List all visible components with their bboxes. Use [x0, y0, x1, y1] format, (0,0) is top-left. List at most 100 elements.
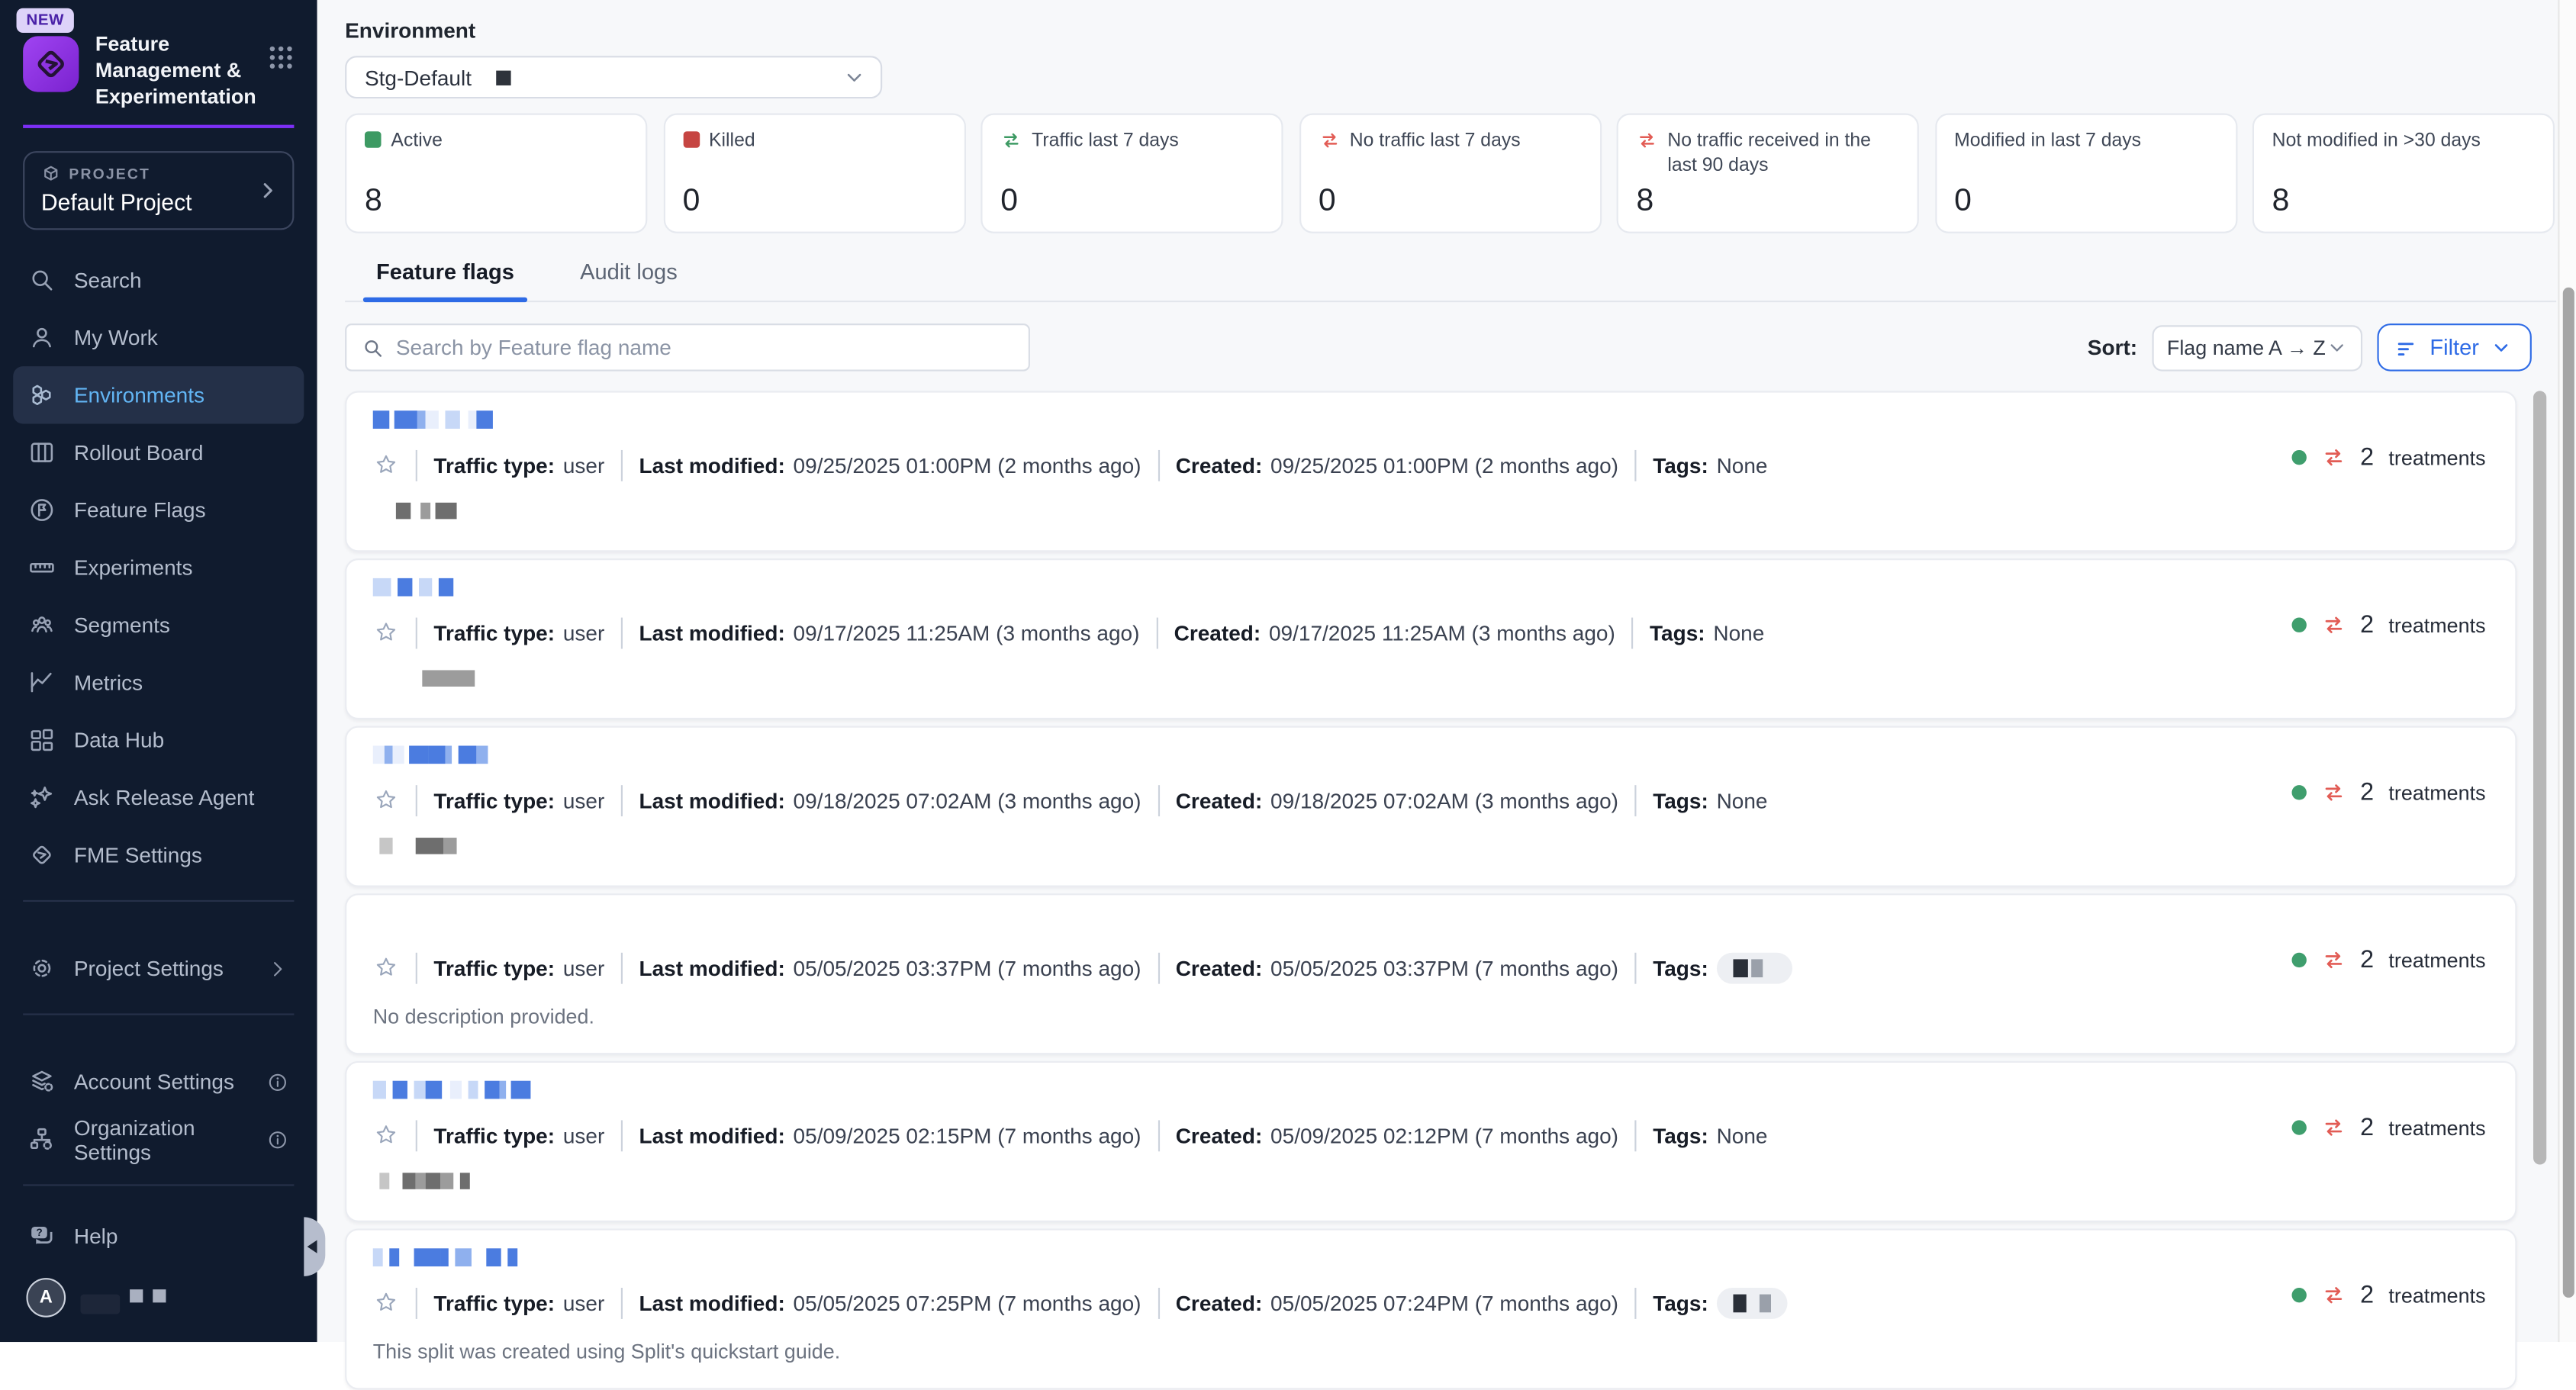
project-name: Default Project	[41, 189, 276, 215]
flag-name-redacted[interactable]	[373, 912, 2489, 931]
sidebar-item-data-hub[interactable]: Data Hub	[13, 711, 304, 768]
flag-row[interactable]: Traffic type:userLast modified:05/09/202…	[345, 1061, 2516, 1222]
meta-divider	[1158, 1119, 1159, 1150]
favorite-star-icon[interactable]	[373, 954, 399, 980]
favorite-star-icon[interactable]	[373, 619, 399, 645]
flag-description	[373, 503, 2489, 520]
avatar[interactable]: A	[26, 1278, 66, 1318]
sidebar-item-environments[interactable]: Environments	[13, 366, 304, 423]
treatments-count: 2	[2360, 611, 2374, 639]
active-status-dot-icon	[2291, 1120, 2306, 1134]
meta-divider	[1635, 1287, 1637, 1318]
flag-row[interactable]: Traffic type:userLast modified:09/25/202…	[345, 391, 2516, 552]
environment-value: Stg-Default	[365, 65, 472, 89]
sidebar-item-metrics[interactable]: Metrics	[13, 654, 304, 711]
flag-description-redacted	[379, 838, 2489, 854]
info-icon[interactable]	[266, 1128, 289, 1150]
stat-label: Active	[391, 130, 442, 154]
meta-divider	[416, 1287, 417, 1318]
list-scrollbar-thumb[interactable]	[2533, 391, 2546, 1164]
tag-pill-redacted[interactable]	[1717, 952, 1792, 983]
sidebar-item-label: Environments	[74, 383, 204, 407]
flag-description: No description provided.	[373, 1005, 2489, 1028]
active-status-dot-icon	[2291, 450, 2306, 465]
sidebar-item-my-work[interactable]: My Work	[13, 309, 304, 366]
sidebar-item-rollout-board[interactable]: Rollout Board	[13, 423, 304, 481]
flag-name-redacted[interactable]	[373, 409, 2489, 429]
collapse-arrow-icon	[308, 1240, 317, 1253]
search-input[interactable]: Search by Feature flag name	[345, 323, 1030, 371]
chevron-down-icon	[2326, 336, 2348, 358]
flag-row[interactable]: Traffic type:userLast modified:05/05/202…	[345, 893, 2516, 1054]
meta-divider	[1158, 1287, 1159, 1318]
sidebar-item-label: Segments	[74, 613, 170, 637]
treatments-swap-icon	[2320, 445, 2345, 469]
flag-description	[373, 670, 2489, 687]
favorite-star-icon[interactable]	[373, 452, 399, 478]
flag-row[interactable]: Traffic type:userLast modified:09/17/202…	[345, 558, 2516, 719]
environment-select[interactable]: Stg-Default	[345, 56, 882, 98]
info-icon[interactable]	[266, 1070, 289, 1093]
sort-select[interactable]: Flag name A → Z	[2153, 324, 2363, 370]
meta-divider	[416, 784, 417, 816]
flag-row[interactable]: Traffic type:userLast modified:05/05/202…	[345, 1228, 2516, 1389]
list-toolbar: Search by Feature flag name Sort: Flag n…	[345, 323, 2556, 371]
stat-card-active: Active8	[345, 114, 647, 233]
sidebar-item-label: Ask Release Agent	[74, 785, 255, 809]
sidebar-item-search[interactable]: Search	[13, 251, 304, 308]
flag-meta: Traffic type:userLast modified:05/05/202…	[373, 1286, 2489, 1319]
main-content: Environment Stg-Default Active8Killed0Tr…	[317, 0, 2576, 1342]
sidebar-item-account-settings[interactable]: Account Settings	[13, 1053, 304, 1110]
sidebar-item-label: Project Settings	[74, 956, 224, 980]
active-status-dot-icon	[2291, 618, 2306, 632]
sidebar-item-organization-settings[interactable]: Organization Settings	[13, 1110, 304, 1167]
active-status-dot-icon	[2291, 953, 2306, 967]
help-button[interactable]: ? Help	[13, 1207, 304, 1264]
flag-status-cluster: 2treatments	[2291, 946, 2486, 974]
tag-pill-redacted[interactable]	[1717, 1287, 1788, 1318]
meta-divider	[416, 1119, 417, 1150]
app-switcher-icon[interactable]	[266, 43, 296, 72]
traffic-type: Traffic type:user	[433, 787, 604, 812]
tab-feature-flags[interactable]: Feature flags	[376, 259, 514, 301]
no-traffic-arrows-icon	[1636, 130, 1657, 151]
sidebar-item-segments[interactable]: Segments	[13, 597, 304, 654]
tab-audit-logs[interactable]: Audit logs	[580, 259, 678, 301]
window-scrollbar-thumb[interactable]	[2562, 288, 2574, 1298]
meta-divider	[1158, 784, 1159, 816]
favorite-star-icon[interactable]	[373, 1289, 399, 1315]
treatments-swap-icon	[2320, 613, 2345, 637]
sidebar-item-label: Account Settings	[74, 1070, 234, 1094]
flag-name-redacted[interactable]	[373, 1247, 2489, 1266]
project-label: PROJECT	[41, 164, 276, 184]
flag-name-redacted[interactable]	[373, 1080, 2489, 1099]
sidebar-item-fme-settings[interactable]: FME Settings	[13, 826, 304, 883]
meta-divider	[416, 449, 417, 481]
environment-label: Environment	[345, 18, 2556, 43]
sidebar-item-label: My Work	[74, 325, 158, 349]
account-icon	[28, 1067, 56, 1096]
flag-row[interactable]: Traffic type:userLast modified:09/18/202…	[345, 726, 2516, 887]
active-status-icon	[365, 131, 382, 148]
created: Created:09/25/2025 01:00PM (2 months ago…	[1176, 452, 1618, 477]
flag-meta: Traffic type:userLast modified:05/09/202…	[373, 1118, 2489, 1151]
sidebar-item-experiments[interactable]: Experiments	[13, 539, 304, 596]
flag-name-redacted[interactable]	[373, 577, 2489, 597]
last-modified: Last modified:05/05/2025 07:25PM (7 mont…	[639, 1290, 1141, 1314]
cube-icon	[41, 164, 61, 184]
favorite-star-icon[interactable]	[373, 1122, 399, 1148]
grid4-icon	[28, 726, 56, 755]
sidebar-item-project-settings[interactable]: Project Settings	[13, 940, 304, 997]
tags: Tags:None	[1653, 787, 1767, 812]
env-icon	[28, 381, 56, 410]
sidebar-item-ask-release-agent[interactable]: Ask Release Agent	[13, 769, 304, 826]
sidebar-divider	[23, 1013, 294, 1015]
sidebar-item-feature-flags[interactable]: Feature Flags	[13, 481, 304, 539]
meta-divider	[1631, 616, 1633, 648]
user-menu[interactable]: A	[0, 1265, 317, 1342]
filter-button[interactable]: Filter	[2377, 323, 2531, 371]
search-placeholder: Search by Feature flag name	[396, 335, 671, 359]
project-switcher[interactable]: PROJECT Default Project	[23, 151, 294, 230]
favorite-star-icon[interactable]	[373, 787, 399, 812]
flag-name-redacted[interactable]	[373, 744, 2489, 764]
